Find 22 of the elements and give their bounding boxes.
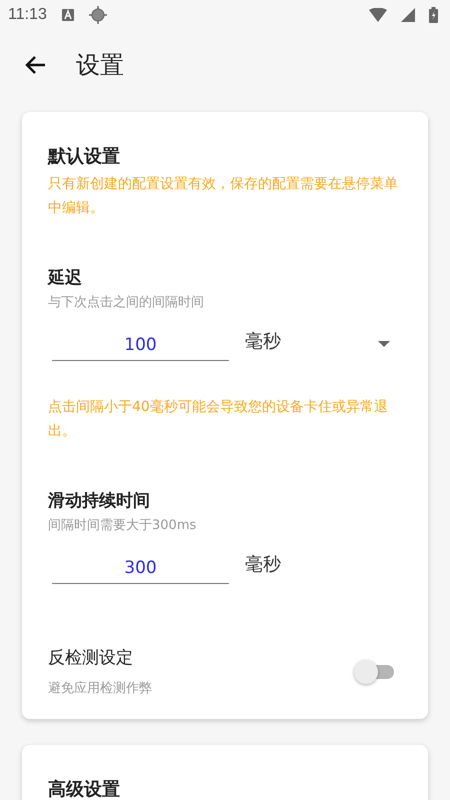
number-field[interactable]: 300 — [52, 554, 229, 584]
status-time: 11:13 — [8, 6, 47, 24]
section-title: 高级设置 — [48, 778, 121, 800]
unit-label: 毫秒 — [245, 553, 281, 576]
setting-title: 反检测设定 — [48, 647, 134, 669]
location-icon — [88, 6, 107, 24]
keyboard-icon — [60, 8, 75, 22]
number-field[interactable]: 100 — [52, 331, 229, 361]
section-title: 默认设置 — [48, 145, 121, 168]
setting-description: 间隔时间需要大于300ms — [48, 517, 198, 534]
setting-title: 延迟 — [48, 267, 83, 289]
warning-note: 只有新创建的配置设置有效，保存的配置需要在悬停菜单中编辑。 — [48, 175, 398, 218]
warning-note: 点击间隔小于40毫秒可能会导致您的设备卡住或异常退出。 — [48, 398, 389, 441]
page-title: 设置 — [76, 50, 124, 81]
setting-title: 滑动持续时间 — [48, 490, 151, 512]
setting-description: 避免应用检测作弊 — [48, 680, 153, 697]
battery-icon — [429, 7, 438, 23]
unit-label: 毫秒 — [245, 330, 281, 353]
signal-icon — [401, 8, 415, 22]
dropdown-caret-icon[interactable] — [378, 341, 390, 347]
wifi-icon — [369, 8, 387, 22]
setting-description: 与下次点击之间的间隔时间 — [48, 294, 205, 311]
